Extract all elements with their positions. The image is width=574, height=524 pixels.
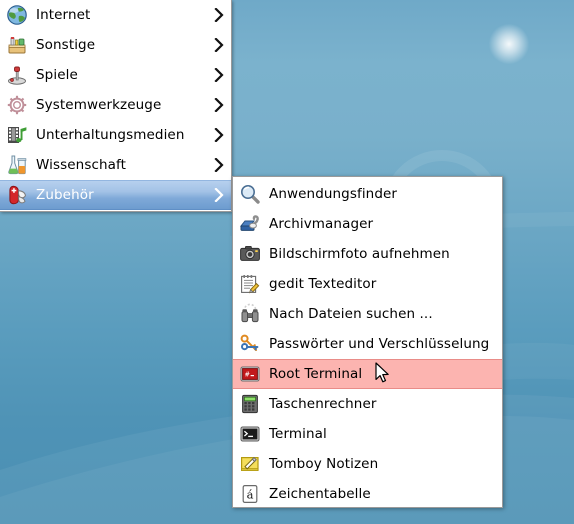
- submenu-item-label: Zeichentabelle: [269, 486, 371, 502]
- svg-text:á: á: [247, 487, 254, 501]
- red-terminal-icon: #: [239, 363, 261, 385]
- chevron-right-icon: [214, 38, 224, 52]
- submenu-item-label: Root Terminal: [269, 366, 363, 382]
- submenu-item-label: Taschenrechner: [269, 396, 377, 412]
- submenu-item-nach-dateien-suchen[interactable]: Nach Dateien suchen ...: [233, 299, 502, 329]
- submenu-item-archivmanager[interactable]: Archivmanager: [233, 209, 502, 239]
- menu-item-label: Spiele: [36, 67, 78, 83]
- chevron-right-icon: [214, 128, 224, 142]
- film-music-icon: [6, 124, 28, 146]
- globe-icon: [6, 4, 28, 26]
- menu-item-unterhaltungsmedien[interactable]: Unterhaltungsmedien: [0, 120, 231, 150]
- submenu-item-label: Anwendungsfinder: [269, 186, 398, 202]
- terminal-icon: [239, 423, 261, 445]
- submenu-item-bildschirmfoto[interactable]: Bildschirmfoto aufnehmen: [233, 239, 502, 269]
- menu-item-label: Zubehör: [36, 187, 94, 203]
- calculator-icon: [239, 393, 261, 415]
- submenu-item-label: Archivmanager: [269, 216, 374, 232]
- chevron-right-icon: [214, 98, 224, 112]
- submenu-item-label: Terminal: [269, 426, 327, 442]
- menu-item-label: Wissenschaft: [36, 157, 127, 173]
- application-category-menu[interactable]: Internet Sonstige Spiele Systemwerkzeuge…: [0, 0, 232, 212]
- submenu-item-root-terminal[interactable]: # Root Terminal: [233, 359, 502, 389]
- submenu-item-label: Bildschirmfoto aufnehmen: [269, 246, 450, 262]
- chevron-right-icon: [214, 158, 224, 172]
- submenu-item-anwendungsfinder[interactable]: Anwendungsfinder: [233, 179, 502, 209]
- submenu-item-taschenrechner[interactable]: Taschenrechner: [233, 389, 502, 419]
- character-map-icon: á: [239, 483, 261, 505]
- menu-item-label: Systemwerkzeuge: [36, 97, 162, 113]
- submenu-item-label: Nach Dateien suchen ...: [269, 306, 433, 322]
- menu-item-label: Internet: [36, 7, 91, 23]
- submenu-item-terminal[interactable]: Terminal: [233, 419, 502, 449]
- menu-item-wissenschaft[interactable]: Wissenschaft: [0, 150, 231, 180]
- swiss-knife-icon: [6, 184, 28, 206]
- beaker-icon: [6, 154, 28, 176]
- menu-item-systemwerkzeuge[interactable]: Systemwerkzeuge: [0, 90, 231, 120]
- submenu-item-tomboy[interactable]: Tomboy Notizen: [233, 449, 502, 479]
- menu-item-sonstige[interactable]: Sonstige: [0, 30, 231, 60]
- keys-icon: [239, 333, 261, 355]
- submenu-item-gedit[interactable]: gedit Texteditor: [233, 269, 502, 299]
- chevron-right-icon: [214, 68, 224, 82]
- submenu-item-label: Tomboy Notizen: [269, 456, 379, 472]
- gear-icon: [6, 94, 28, 116]
- menu-item-internet[interactable]: Internet: [0, 0, 231, 30]
- zubehoer-submenu[interactable]: Anwendungsfinder Archivmanager Bildschir…: [232, 176, 503, 508]
- magnifier-icon: [239, 183, 261, 205]
- submenu-item-label: Passwörter und Verschlüsselung: [269, 336, 490, 352]
- menu-item-label: Unterhaltungsmedien: [36, 127, 185, 143]
- notepad-pencil-icon: [239, 273, 261, 295]
- chevron-right-icon: [214, 8, 224, 22]
- menu-item-label: Sonstige: [36, 37, 96, 53]
- binoculars-icon: [239, 303, 261, 325]
- camera-icon: [239, 243, 261, 265]
- toolbox-icon: [6, 34, 28, 56]
- joystick-icon: [6, 64, 28, 86]
- chevron-right-icon: [214, 188, 224, 202]
- svg-text:#: #: [245, 369, 250, 378]
- yellow-note-icon: [239, 453, 261, 475]
- submenu-item-label: gedit Texteditor: [269, 276, 377, 292]
- submenu-item-passwoerter[interactable]: Passwörter und Verschlüsselung: [233, 329, 502, 359]
- menu-item-spiele[interactable]: Spiele: [0, 60, 231, 90]
- archive-box-icon: [239, 213, 261, 235]
- submenu-item-zeichentabelle[interactable]: á Zeichentabelle: [233, 479, 502, 509]
- menu-item-zubehoer[interactable]: Zubehör: [0, 180, 231, 210]
